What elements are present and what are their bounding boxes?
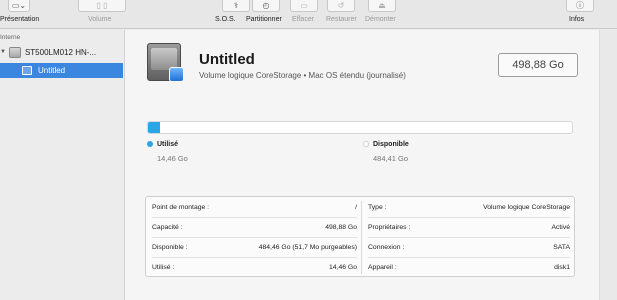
info-row-type: Type : Volume logique CoreStorage — [368, 197, 570, 217]
usage-bar-used-fill — [148, 122, 161, 133]
info-value: SATA — [553, 243, 570, 251]
info-key: Appareil : — [368, 263, 397, 271]
usage-bar — [147, 121, 573, 134]
info-value: Volume logique CoreStorage — [483, 203, 570, 211]
sidebar-disk-label: ST500LM012 HN-... — [24, 47, 97, 57]
info-value: 498,88 Go — [325, 223, 357, 231]
legend-free-label: Disponible — [373, 141, 409, 148]
info-key: Type : — [368, 203, 387, 211]
info-key: Point de montage : — [152, 203, 210, 211]
info-button[interactable]: ⓘ — [566, 0, 594, 12]
info-value: 14,46 Go — [329, 263, 357, 271]
sidebar-item-volume[interactable]: Untitled — [0, 63, 123, 78]
partition-icon: ◴ — [262, 1, 270, 10]
volume-title: Untitled — [199, 51, 255, 68]
sidebar-volume-label: Untitled — [38, 66, 66, 75]
info-row-connection: Connexion : SATA — [368, 237, 570, 257]
info-value: / — [355, 203, 357, 211]
unmount-button[interactable]: ⏏ — [368, 0, 396, 12]
legend-free: Disponible 484,41 Go — [363, 141, 409, 163]
info-table: Point de montage : / Capacité : 498,88 G… — [145, 196, 575, 277]
volume-button[interactable]: ▯ ▯ — [78, 0, 126, 12]
erase-icon: ▭ — [300, 1, 308, 10]
window-edge — [599, 30, 617, 300]
capacity-badge: 498,88 Go — [498, 53, 578, 77]
info-value: disk1 — [554, 263, 570, 271]
legend-free-value: 484,41 Go — [373, 154, 409, 163]
info-key: Capacité : — [152, 223, 183, 231]
legend-used: Utilisé 14,46 Go — [147, 141, 188, 163]
sidebar-section-heading: Interne — [0, 34, 21, 41]
info-key: Connexion : — [368, 243, 405, 251]
legend-used-label: Utilisé — [157, 141, 179, 148]
info-row-owners: Propriétaires : Activé — [368, 217, 570, 237]
info-row-used: Utilisé : 14,46 Go — [152, 257, 357, 277]
info-row-device: Appareil : disk1 — [368, 257, 570, 277]
partition-button[interactable]: ◴ — [252, 0, 280, 12]
volume-description: Volume logique CoreStorage • Mac OS éten… — [199, 71, 406, 80]
info-row-mount-point: Point de montage : / — [152, 197, 357, 217]
column-divider — [361, 201, 362, 274]
info-value: Activé — [551, 223, 570, 231]
erase-label: Effacer — [292, 16, 315, 23]
info-label: Infos — [569, 16, 585, 23]
eject-icon: ⏏ — [378, 1, 386, 10]
info-key: Utilisé : — [152, 263, 175, 271]
hard-disk-icon — [8, 46, 21, 58]
restore-label: Restaurer — [326, 16, 357, 23]
info-key: Propriétaires : — [368, 223, 411, 231]
legend-used-value: 14,46 Go — [157, 154, 188, 163]
info-row-available: Disponible : 484,46 Go (51,7 Mo purgeabl… — [152, 237, 357, 257]
presentation-button[interactable]: ▭⌄ — [8, 0, 30, 12]
erase-button[interactable]: ▭ — [290, 0, 318, 12]
presentation-label: Présentation — [0, 16, 40, 23]
add-volume-icon: ▯ ▯ — [96, 1, 108, 10]
partition-label: Partitionner — [246, 16, 282, 23]
info-value: 484,46 Go (51,7 Mo purgeables) — [258, 243, 357, 251]
used-dot-icon — [147, 141, 153, 147]
restore-button[interactable]: ↺ — [327, 0, 355, 12]
main-panel: Untitled Volume logique CoreStorage • Ma… — [124, 30, 599, 300]
info-key: Disponible : — [152, 243, 188, 251]
sidebar-toggle-icon: ▭⌄ — [11, 1, 27, 10]
first-aid-label: S.O.S. — [215, 16, 236, 23]
disclosure-triangle-icon[interactable]: ▼ — [0, 49, 6, 55]
stethoscope-icon: ⚕ — [233, 1, 239, 10]
unmount-label: Démonter — [365, 16, 396, 23]
volume-large-icon — [147, 43, 187, 87]
volume-icon — [22, 66, 32, 75]
sidebar-item-disk[interactable]: ▼ ST500LM012 HN-... — [0, 44, 123, 60]
info-icon: ⓘ — [576, 1, 584, 10]
first-aid-button[interactable]: ⚕ — [222, 0, 250, 12]
free-dot-icon — [363, 141, 369, 147]
info-row-capacity: Capacité : 498,88 Go — [152, 217, 357, 237]
toolbar: ▭⌄ Présentation ▯ ▯ Volume ⚕ S.O.S. ◴ Pa… — [0, 0, 617, 29]
restore-icon: ↺ — [337, 1, 345, 10]
volume-label: Volume — [88, 16, 112, 23]
sidebar: Interne ▼ ST500LM012 HN-... Untitled — [0, 30, 123, 300]
